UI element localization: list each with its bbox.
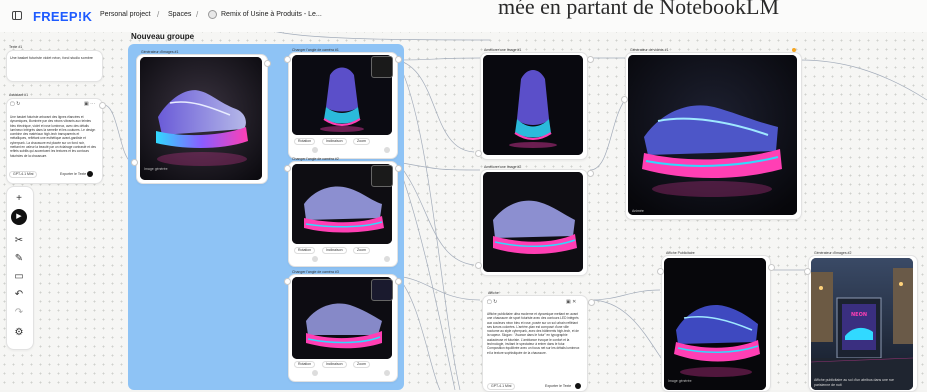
input-port[interactable] [284, 278, 291, 285]
comment-tool-button[interactable]: ▭ [9, 266, 29, 286]
freepik-logo[interactable]: FREEP!K [33, 9, 92, 24]
sneaker-video-frame [628, 55, 797, 215]
reset-icon[interactable] [312, 256, 318, 262]
sneaker-image [140, 57, 262, 180]
copy-icon[interactable]: ▢ ↻ [487, 299, 497, 305]
breadcrumb-space-name[interactable]: Remix of Usine à Produits - Le... [221, 11, 322, 18]
bus-stop-poster-image[interactable]: NEON [811, 258, 913, 390]
run-button[interactable] [87, 171, 93, 177]
assistant-node-label: Assistant #1 [9, 93, 29, 97]
breadcrumb-separator: / [157, 10, 160, 19]
sneaker-side-image [483, 172, 583, 272]
run-button[interactable] [384, 370, 390, 376]
undo-button[interactable]: ↶ [9, 284, 29, 304]
sidebar-toggle-icon[interactable] [12, 11, 22, 20]
input-port[interactable] [621, 96, 628, 103]
input-port[interactable] [657, 268, 664, 275]
tilt-select[interactable]: Inclinaison [322, 361, 347, 368]
output-port[interactable] [264, 60, 271, 67]
text-node-body[interactable]: Une basket futuriste violet néon, fond s… [10, 56, 98, 61]
input-port[interactable] [284, 56, 291, 63]
input-port[interactable] [284, 165, 291, 172]
draw-tool-button[interactable]: ✎ [9, 248, 29, 268]
add-node-button[interactable]: + [9, 188, 29, 208]
upscaled-image-1[interactable] [483, 55, 583, 155]
input-port[interactable] [475, 262, 482, 269]
rotation-select[interactable]: Rotation [294, 138, 316, 145]
tilt-select[interactable]: Inclinaison [322, 138, 347, 145]
angle-thumbnail[interactable] [371, 279, 393, 301]
assistant-node-body[interactable]: Une basket futuriste arborant des lignes… [10, 115, 96, 158]
image-caption: Image générée [668, 379, 692, 383]
angle-thumbnail[interactable] [371, 56, 393, 78]
globe-icon [208, 10, 217, 19]
model-selector[interactable]: GPT-4.1 Mini [9, 171, 38, 178]
affiche-node-body[interactable]: Affiche publicitaire ultra moderne et dy… [487, 312, 581, 355]
output-port[interactable] [395, 56, 402, 63]
output-port[interactable] [395, 165, 402, 172]
generated-video[interactable] [628, 55, 797, 215]
upscaled-image-2[interactable] [483, 172, 583, 272]
text-node-label: Texte #1 [9, 45, 23, 49]
more-icon[interactable]: ▣ ✕ [566, 299, 576, 305]
svg-text:NEON: NEON [851, 312, 867, 318]
affiche-pub-image[interactable] [664, 258, 766, 390]
angle-thumbnail[interactable] [371, 165, 393, 187]
input-port[interactable] [131, 159, 138, 166]
export-text-button[interactable]: Exporter le Texte [60, 172, 86, 176]
zoom-select[interactable]: Zoom [353, 138, 370, 145]
image-caption: Image générée [144, 167, 168, 171]
output-port[interactable] [588, 299, 595, 306]
export-text-button[interactable]: Exporter le Texte [545, 384, 571, 388]
breadcrumb-personal-project[interactable]: Personal project [100, 11, 151, 18]
rotation-select[interactable]: Rotation [294, 361, 316, 368]
more-icon[interactable]: ▣ ⋯ [84, 101, 95, 107]
run-button[interactable] [384, 147, 390, 153]
select-tool-button[interactable]: ▶ [11, 209, 27, 225]
output-port[interactable] [395, 278, 402, 285]
redo-button[interactable]: ↷ [9, 302, 29, 322]
overlay-caption: mée en partant de NotebookLM [498, 0, 780, 19]
run-button[interactable] [384, 256, 390, 262]
tilt-select[interactable]: Inclinaison [322, 247, 347, 254]
output-port[interactable] [587, 56, 594, 63]
paris-bus-stop-image: NEON [811, 258, 913, 390]
zoom-select[interactable]: Zoom [353, 361, 370, 368]
reset-icon[interactable] [312, 147, 318, 153]
settings-button[interactable]: ⚙ [9, 322, 29, 342]
output-port[interactable] [99, 102, 106, 109]
output-port[interactable] [768, 264, 775, 271]
rotation-select[interactable]: Rotation [294, 247, 316, 254]
sneaker-poster-image [664, 258, 766, 390]
sneaker-front-image [483, 55, 583, 155]
image-caption: Affiche publicitaire au sol d'un abribus… [814, 378, 894, 387]
input-port[interactable] [475, 150, 482, 157]
generated-image[interactable] [140, 57, 262, 180]
run-button[interactable] [575, 383, 581, 389]
video-caption: Animée [632, 209, 644, 213]
model-selector[interactable]: GPT-4.1 Mini [487, 383, 516, 390]
reset-icon[interactable] [312, 370, 318, 376]
text-node[interactable] [6, 50, 103, 82]
copy-icon[interactable]: ▢ ↻ [10, 101, 20, 107]
cut-tool-button[interactable]: ✂ [9, 230, 29, 250]
breadcrumb-separator: / [196, 10, 199, 19]
breadcrumb-spaces[interactable]: Spaces [168, 11, 191, 18]
input-port[interactable] [804, 268, 811, 275]
zoom-select[interactable]: Zoom [353, 247, 370, 254]
group-title[interactable]: Nouveau groupe [131, 32, 194, 41]
output-port[interactable] [587, 170, 594, 177]
